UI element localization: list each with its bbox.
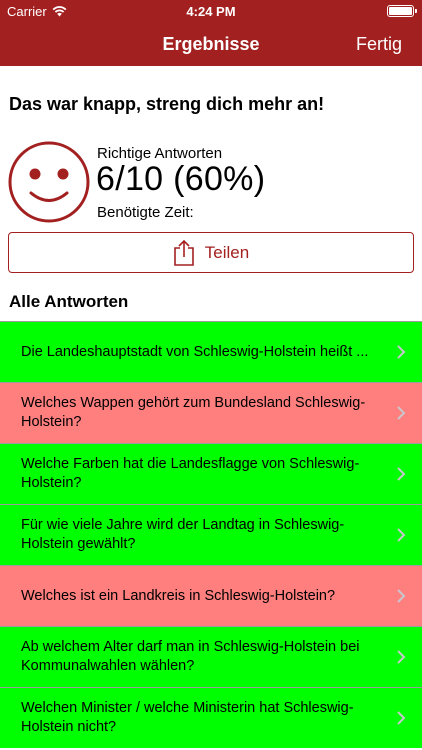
done-button[interactable]: Fertig <box>356 34 402 55</box>
navigation-bar: Ergebnisse Fertig <box>0 22 422 66</box>
chevron-right-icon <box>397 589 406 603</box>
answer-question: Ab welchem Alter darf man in Schleswig-H… <box>21 639 360 674</box>
score-value: 6/10 (60%) <box>96 160 266 198</box>
result-headline: Das war knapp, streng dich mehr an! <box>9 94 325 114</box>
battery-icon <box>387 5 417 17</box>
answer-row[interactable]: Welchen Minister / welche Ministerin hat… <box>0 687 422 748</box>
answer-question: Für wie viele Jahre wird der Landtag in … <box>21 517 345 552</box>
chevron-right-icon <box>397 528 406 542</box>
answer-question: Welches ist ein Landkreis in Schleswig-H… <box>21 587 336 604</box>
answer-question: Welchen Minister / welche Ministerin hat… <box>21 700 354 735</box>
answer-row[interactable]: Welches ist ein Landkreis in Schleswig-H… <box>0 565 422 626</box>
chevron-right-icon <box>397 650 406 664</box>
answer-question: Welches Wappen gehört zum Bundesland Sch… <box>21 395 366 430</box>
answers-section-title: Alle Antworten <box>9 292 129 311</box>
answer-row[interactable]: Für wie viele Jahre wird der Landtag in … <box>0 504 422 565</box>
share-icon <box>173 239 194 266</box>
chevron-right-icon <box>397 345 406 359</box>
answer-row[interactable]: Welche Farben hat die Landesflagge von S… <box>0 443 422 504</box>
status-time: 4:24 PM <box>186 4 236 19</box>
answer-row[interactable]: Ab welchem Alter darf man in Schleswig-H… <box>0 626 422 687</box>
answer-row[interactable]: Welches Wappen gehört zum Bundesland Sch… <box>0 382 422 443</box>
answer-question: Die Landeshauptstadt von Schleswig-Holst… <box>21 343 369 360</box>
answer-list: Die Landeshauptstadt von Schleswig-Holst… <box>0 321 422 748</box>
share-button-label: Teilen <box>204 242 250 262</box>
status-bar: Carrier 4:24 PM <box>0 0 422 22</box>
chevron-right-icon <box>397 467 406 481</box>
chevron-right-icon <box>397 406 406 420</box>
battery-level-fill <box>389 7 412 15</box>
elapsed-time-label: Benötigte Zeit: <box>97 204 194 221</box>
answer-row[interactable]: Die Landeshauptstadt von Schleswig-Holst… <box>0 321 422 382</box>
smiley-face-icon <box>8 141 90 223</box>
chevron-right-icon <box>397 711 406 725</box>
share-button[interactable]: Teilen <box>8 232 414 273</box>
answer-question: Welche Farben hat die Landesflagge von S… <box>21 456 360 491</box>
